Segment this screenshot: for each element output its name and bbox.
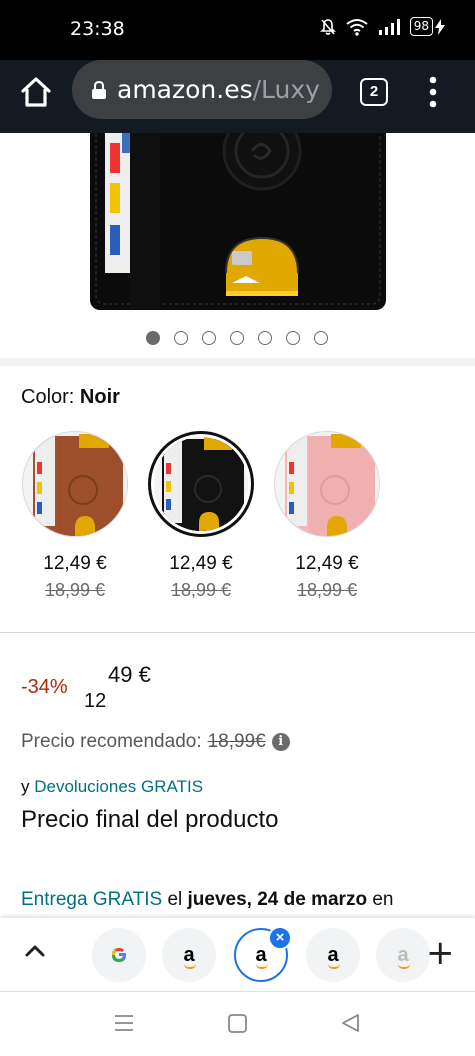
browser-toolbar: amazon.es/Luxy 2 xyxy=(0,60,475,133)
delivery-info: Entrega GRATIS el jueves, 24 de marzo en xyxy=(21,889,393,911)
url-domain: amazon.es xyxy=(117,75,253,104)
swatch-price-brown: 12,49 € xyxy=(43,553,107,574)
product-image[interactable] xyxy=(0,133,475,320)
delivery-text: el xyxy=(167,889,183,910)
wifi-icon xyxy=(346,18,368,36)
info-icon[interactable]: i xyxy=(271,733,290,751)
swatch-old-price-pink: 18,99 € xyxy=(296,580,358,600)
final-price-label: Precio final del producto xyxy=(21,806,279,833)
selected-color-name: Noir xyxy=(79,386,120,408)
tab-amazon[interactable]: a xyxy=(306,928,360,982)
url-path: /Luxy xyxy=(252,75,320,104)
free-delivery-link[interactable]: Entrega GRATIS xyxy=(21,889,162,910)
delivery-date: jueves, 24 de marzo xyxy=(187,889,368,910)
carousel-dot[interactable] xyxy=(230,331,244,345)
home-nav-icon[interactable] xyxy=(228,1014,247,1033)
wallet-image xyxy=(90,133,386,310)
free-returns-link[interactable]: Devoluciones GRATIS xyxy=(34,777,203,796)
delivery-text-2: en xyxy=(372,889,394,910)
wallet-black-image xyxy=(154,437,248,531)
mute-bell-icon xyxy=(319,18,336,35)
wallet-brown-image xyxy=(23,432,127,536)
amazon-icon: a xyxy=(183,945,197,969)
recommended-price: Precio recomendado: 18,99€ i xyxy=(21,731,290,753)
carousel-dot[interactable] xyxy=(174,331,188,345)
url-bar[interactable]: amazon.es/Luxy xyxy=(72,60,332,119)
back-icon[interactable] xyxy=(341,1013,360,1033)
carousel-dot[interactable] xyxy=(286,331,300,345)
tab-switcher-button[interactable]: 2 xyxy=(360,78,388,106)
battery-level: 98 xyxy=(409,17,433,36)
wallet-pink-image xyxy=(275,432,379,536)
swatch-price-black: 12,49 € xyxy=(169,553,233,574)
color-swatch-black[interactable] xyxy=(148,431,254,537)
returns-line: y Devoluciones GRATIS xyxy=(21,777,203,797)
discount-percentage: -34% xyxy=(21,676,68,698)
recents-icon[interactable] xyxy=(114,1014,134,1032)
tab-amazon[interactable]: a xyxy=(162,928,216,982)
swatch-old-price-black: 18,99 € xyxy=(170,580,232,600)
status-bar: 23:38 98 xyxy=(0,0,475,60)
price-whole: 12 xyxy=(84,690,107,712)
charging-icon xyxy=(435,18,445,35)
swatch-price-pink: 12,49 € xyxy=(295,553,359,574)
lock-icon xyxy=(92,80,106,99)
recommended-price-value: 18,99€ xyxy=(207,731,266,752)
signal-icon xyxy=(378,18,400,35)
carousel-dot[interactable] xyxy=(258,331,272,345)
new-tab-button[interactable]: + xyxy=(426,936,455,970)
amazon-icon: a xyxy=(255,945,269,969)
swatch-old-price-brown: 18,99 € xyxy=(44,580,106,600)
chevron-up-icon[interactable] xyxy=(24,944,46,958)
battery-icon: 98 xyxy=(409,17,445,36)
google-icon xyxy=(112,948,126,962)
tab-amazon[interactable]: a xyxy=(376,928,430,982)
color-label: Color: Noir xyxy=(21,386,120,409)
status-icons: 98 xyxy=(319,17,445,36)
tab-google[interactable] xyxy=(92,928,146,982)
color-swatch-brown[interactable] xyxy=(22,431,128,537)
carousel-dot[interactable] xyxy=(202,331,216,345)
home-icon[interactable] xyxy=(18,74,54,110)
color-label-text: Color: xyxy=(21,386,75,408)
carousel-dot[interactable] xyxy=(146,331,160,345)
image-carousel-dots xyxy=(0,320,475,360)
section-divider xyxy=(0,632,475,633)
tab-strip: a a × a a + xyxy=(0,918,475,992)
carousel-dot[interactable] xyxy=(314,331,328,345)
recommended-price-label: Precio recomendado: xyxy=(21,731,202,752)
amazon-icon: a xyxy=(397,945,411,969)
system-nav-bar xyxy=(0,992,475,1056)
url-text: amazon.es/Luxy xyxy=(117,75,320,104)
close-tab-icon[interactable]: × xyxy=(268,926,292,950)
amazon-icon: a xyxy=(327,945,341,969)
price-fraction: 49 € xyxy=(108,662,151,687)
color-swatch-pink[interactable] xyxy=(274,431,380,537)
section-divider xyxy=(0,358,475,366)
status-time: 23:38 xyxy=(70,18,125,40)
returns-prefix: y xyxy=(21,777,30,796)
more-menu-icon[interactable] xyxy=(425,75,441,109)
